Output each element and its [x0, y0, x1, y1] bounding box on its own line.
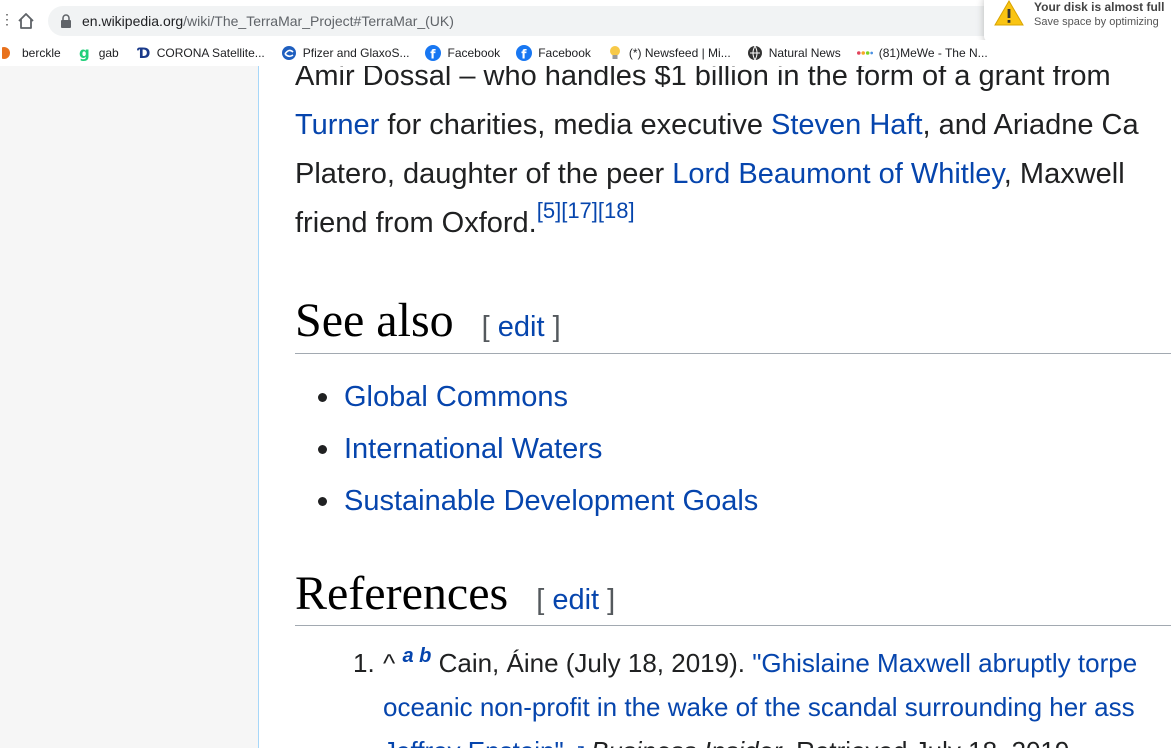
reference-retrieved: . Retrieved July 18, 2019.: [782, 736, 1077, 748]
paragraph-text: Platero, daughter of the peer: [295, 158, 673, 190]
globe-icon: [747, 45, 763, 61]
svg-text:f: f: [431, 48, 437, 62]
reference-title-link[interactable]: "Ghislaine Maxwell abruptly torpe: [752, 648, 1137, 678]
paragraph-line-2: Turner for charities, media executive St…: [295, 101, 1171, 150]
browser-toolbar: ⋮ en.wikipedia.org/wiki/The_TerraMar_Pro…: [0, 0, 1171, 42]
svg-text:g: g: [79, 45, 90, 61]
warning-icon: [994, 0, 1024, 26]
bookmark-facebook-2[interactable]: f Facebook: [508, 41, 599, 65]
see-also-list: Global Commons International Waters Sust…: [295, 371, 758, 527]
link-turner[interactable]: Turner: [295, 109, 379, 141]
bookmarks-bar: berckle g gab Ɗ CORONA Satellite... Pfiz…: [0, 40, 1171, 66]
paragraph-text: for charities, media executive: [379, 109, 772, 141]
wiki-sidebar: [0, 66, 259, 748]
home-icon: [18, 13, 34, 29]
heading-text: References: [295, 567, 509, 620]
bookmark-newsfeed[interactable]: (*) Newsfeed | Mi...: [599, 41, 739, 65]
bookmark-label: Facebook: [447, 46, 501, 60]
link-sdgs[interactable]: Sustainable Development Goals: [344, 485, 758, 517]
bookmark-label: CORONA Satellite...: [156, 46, 265, 60]
heading-text: See also: [295, 294, 454, 347]
reference-item: 1. ^ a b Cain, Áine (July 18, 2019). "Ghi…: [353, 641, 1171, 685]
reference-item-continued: oceanic non-profit in the wake of the sc…: [353, 685, 1171, 729]
article-paragraph: Amir Dossal – who handles $1 billion in …: [295, 66, 1171, 248]
bracket: [: [536, 584, 553, 616]
bookmark-berckle[interactable]: berckle: [0, 41, 69, 65]
bookmark-mewe[interactable]: (81)MeWe - The N...: [849, 41, 996, 65]
reference-item-continued: Jeffrey Epstein" Business Insider. Retri…: [353, 729, 1171, 748]
bookmark-natural-news[interactable]: Natural News: [739, 41, 849, 65]
paragraph-text: , and Ariadne Ca: [922, 109, 1139, 141]
home-button[interactable]: [14, 9, 38, 33]
paragraph-line-1: Amir Dossal – who handles $1 billion in …: [295, 66, 1111, 92]
edit-section: [ edit ]: [536, 584, 615, 616]
references-list: 1. ^ a b Cain, Áine (July 18, 2019). "Ghi…: [353, 641, 1171, 748]
menu-edge[interactable]: ⋮: [0, 10, 14, 28]
link-lord-beaumont[interactable]: Lord Beaumont of Whitley: [672, 158, 1004, 190]
dots-icon: [856, 45, 873, 61]
bookmark-label: Pfizer and GlaxoS...: [302, 46, 410, 60]
address-bar[interactable]: en.wikipedia.org/wiki/The_TerraMar_Proje…: [48, 6, 1038, 36]
lightbulb-icon: [607, 45, 623, 61]
bookmark-corona-satellite[interactable]: Ɗ CORONA Satellite...: [127, 41, 273, 65]
reference-number: 1.: [353, 648, 375, 678]
circle-icon: [0, 45, 16, 61]
d-icon: Ɗ: [135, 45, 151, 61]
link-steven-haft[interactable]: Steven Haft: [771, 109, 923, 141]
paragraph-text: friend from Oxford.: [295, 207, 537, 239]
bookmark-label: gab: [98, 46, 119, 60]
reference-title-link[interactable]: Jeffrey Epstein": [383, 736, 564, 748]
url-host: en.wikipedia.org: [82, 13, 184, 29]
edit-section: [ edit ]: [482, 311, 561, 343]
link-international-waters[interactable]: International Waters: [344, 433, 602, 465]
bookmark-gab[interactable]: g gab: [69, 41, 127, 65]
bookmark-label: Facebook: [538, 46, 591, 60]
article-content: Amir Dossal – who handles $1 billion in …: [259, 66, 1171, 748]
caret: ^: [383, 648, 396, 678]
backlink-a[interactable]: a: [402, 645, 413, 667]
edit-see-also-link[interactable]: edit: [498, 311, 545, 343]
bookmark-label: berckle: [22, 46, 61, 60]
bookmark-pfizer[interactable]: Pfizer and GlaxoS...: [273, 41, 418, 65]
references-heading: References [ edit ]: [295, 563, 1171, 626]
link-global-commons[interactable]: Global Commons: [344, 381, 568, 413]
bracket: [: [481, 311, 498, 343]
reference-author: Cain, Áine (July 18, 2019).: [438, 648, 753, 678]
list-item: International Waters: [295, 423, 758, 475]
backlink-b[interactable]: b: [419, 645, 431, 667]
lock-icon: [61, 14, 71, 28]
disk-full-notification[interactable]: Your disk is almost full Save space by o…: [984, 0, 1171, 42]
url-path: /wiki/The_TerraMar_Project#TerraMar_(UK): [183, 13, 454, 29]
citation-links[interactable]: [5][17][18]: [537, 198, 635, 223]
list-item: Global Commons: [295, 371, 758, 423]
edit-references-link[interactable]: edit: [552, 584, 599, 616]
paragraph-text: , Maxwell: [1003, 158, 1125, 190]
bracket: ]: [544, 311, 561, 343]
see-also-heading: See also [ edit ]: [295, 289, 1171, 354]
facebook-icon: f: [425, 45, 442, 62]
notification-subtitle: Save space by optimizing: [1034, 16, 1159, 28]
svg-text:f: f: [521, 48, 527, 62]
paragraph-line-3: Platero, daughter of the peer Lord Beaum…: [295, 150, 1171, 199]
bookmark-label: (*) Newsfeed | Mi...: [628, 46, 731, 60]
gab-icon: g: [77, 45, 93, 61]
bookmark-label: Natural News: [768, 46, 841, 60]
reference-title-link[interactable]: oceanic non-profit in the wake of the sc…: [383, 692, 1135, 722]
reference-publisher: Business Insider: [591, 736, 782, 748]
bracket: ]: [599, 584, 616, 616]
paragraph-line-4: friend from Oxford.[5][17][18]: [295, 199, 1171, 248]
bookmark-facebook-1[interactable]: f Facebook: [417, 41, 508, 65]
e-icon: [281, 45, 297, 61]
svg-text:Ɗ: Ɗ: [137, 46, 150, 61]
bookmark-label: (81)MeWe - The N...: [878, 46, 988, 60]
notification-title: Your disk is almost full: [1034, 0, 1165, 14]
list-item: Sustainable Development Goals: [295, 475, 758, 527]
facebook-icon: f: [516, 45, 533, 62]
